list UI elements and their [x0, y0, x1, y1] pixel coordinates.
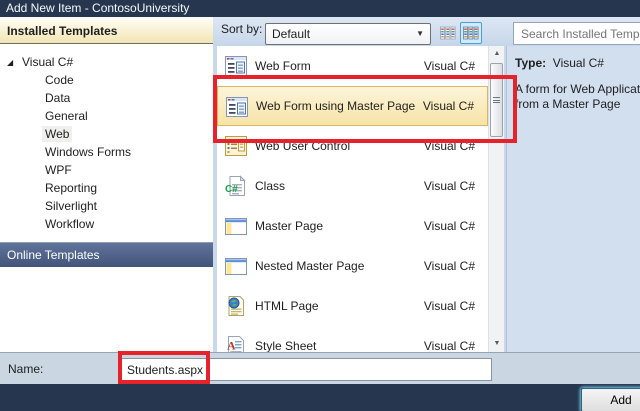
template-item-web-user-control[interactable]: Web User Control Visual C# [217, 126, 488, 166]
sidebar-item-silverlight[interactable]: Silverlight [0, 197, 213, 215]
template-type-line: Type: Visual C# [515, 56, 640, 70]
sidebar-item-reporting[interactable]: Reporting [0, 179, 213, 197]
title-bar: Add New Item - ContosoUniversity [0, 0, 640, 17]
scrollbar-thumb[interactable] [490, 63, 503, 137]
sidebar-item-data[interactable]: Data [0, 89, 213, 107]
template-category-tree: ◢ Visual C# Code Data General Web Window… [0, 44, 213, 233]
template-item-web-form-using-master-page[interactable]: Web Form using Master Page Visual C# [217, 86, 488, 126]
scrollbar-grip-icon [493, 97, 500, 103]
sidebar-item-general[interactable]: General [0, 107, 213, 125]
scroll-up-icon[interactable]: ▲ [489, 46, 505, 62]
sort-by-dropdown[interactable]: Default ▼ [265, 23, 431, 45]
type-label: Type: [515, 56, 546, 70]
small-icons-view-button[interactable] [460, 22, 482, 44]
name-label: Name: [8, 362, 43, 376]
master-page-icon [224, 215, 248, 237]
web-form-icon [224, 55, 248, 77]
type-value: Visual C# [553, 56, 604, 70]
expander-icon[interactable]: ◢ [7, 54, 13, 72]
web-form-icon [225, 96, 249, 118]
sidebar-item-workflow[interactable]: Workflow [0, 215, 213, 233]
chevron-down-icon: ▼ [416, 24, 424, 44]
dialog-footer: Add [0, 384, 640, 411]
medium-icons-view-button[interactable] [437, 22, 459, 44]
template-item-master-page[interactable]: Master Page Visual C# [217, 206, 488, 246]
sort-by-value: Default [272, 27, 310, 41]
list-scrollbar[interactable]: ▲ ▼ [488, 46, 504, 352]
search-input[interactable] [513, 22, 640, 45]
template-item-html-page[interactable]: HTML Page Visual C# [217, 286, 488, 326]
svg-text:C#: C# [225, 184, 238, 195]
scroll-down-icon[interactable]: ▼ [489, 336, 505, 352]
master-page-icon [224, 255, 248, 277]
name-row: Name: [0, 352, 640, 384]
online-templates-header[interactable]: Online Templates [0, 242, 213, 267]
template-item-web-form[interactable]: Web Form Visual C# [217, 46, 488, 86]
csharp-class-icon: C# [224, 175, 248, 197]
add-new-item-dialog: Add New Item - ContosoUniversity Install… [0, 0, 640, 411]
dialog-title: Add New Item - ContosoUniversity [6, 0, 189, 17]
installed-templates-header: Installed Templates [0, 19, 213, 44]
name-input[interactable] [120, 358, 492, 381]
template-list: Web Form Visual C# Web Form using Master… [217, 46, 488, 352]
template-description: A form for Web Applications from a Maste… [515, 82, 640, 112]
template-item-class[interactable]: C# Class Visual C# [217, 166, 488, 206]
html-page-icon [224, 295, 248, 317]
icons-view-selected-icon [463, 26, 479, 40]
tree-node-visual-csharp[interactable]: ◢ Visual C# [0, 53, 213, 71]
sort-by-label: Sort by: [221, 22, 262, 36]
sidebar-item-web[interactable]: Web [0, 125, 213, 143]
template-details-panel: Type: Visual C# A form for Web Applicati… [506, 46, 640, 352]
add-button[interactable]: Add [581, 388, 640, 411]
sidebar-item-code[interactable]: Code [0, 71, 213, 89]
tree-root-label: Visual C# [22, 55, 73, 69]
web-user-control-icon [224, 135, 248, 157]
templates-sidebar: Installed Templates ◢ Visual C# Code Dat… [0, 17, 213, 352]
sidebar-item-wpf[interactable]: WPF [0, 161, 213, 179]
style-sheet-icon: A [224, 335, 248, 352]
template-item-nested-master-page[interactable]: Nested Master Page Visual C# [217, 246, 488, 286]
svg-text:A: A [227, 339, 236, 353]
sidebar-item-windows-forms[interactable]: Windows Forms [0, 143, 213, 161]
template-item-style-sheet[interactable]: A Style Sheet Visual C# [217, 326, 488, 352]
icons-view-icon [440, 26, 456, 40]
